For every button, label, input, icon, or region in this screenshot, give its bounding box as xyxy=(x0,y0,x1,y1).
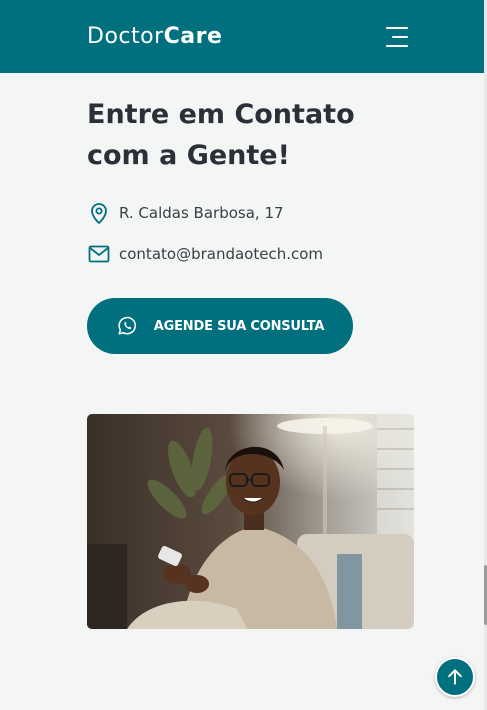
site-header: DoctorCare xyxy=(0,0,487,73)
menu-line xyxy=(386,26,408,29)
whatsapp-icon xyxy=(118,316,136,335)
menu-line xyxy=(386,44,408,47)
map-pin-icon xyxy=(91,203,107,224)
logo-text-bold: Care xyxy=(163,24,223,49)
contact-photo xyxy=(87,414,414,629)
contact-photo-image xyxy=(87,414,414,629)
menu-line xyxy=(392,35,408,38)
logo[interactable]: DoctorCare xyxy=(87,24,222,49)
logo-text-light: Doctor xyxy=(87,24,164,49)
hamburger-menu-icon[interactable] xyxy=(386,26,408,47)
address-text: R. Caldas Barbosa, 17 xyxy=(119,204,284,222)
contact-email[interactable]: contato@brandaotech.com xyxy=(87,242,323,266)
schedule-appointment-label: AGENDE SUA CONSULTA xyxy=(153,318,325,334)
contact-address: R. Caldas Barbosa, 17 xyxy=(87,201,284,225)
schedule-appointment-button[interactable]: AGENDE SUA CONSULTA xyxy=(87,298,353,354)
contact-title: Entre em Contato com a Gente! xyxy=(87,99,355,171)
back-to-top-button[interactable] xyxy=(435,657,475,697)
arrow-up-icon xyxy=(448,669,462,685)
envelope-icon xyxy=(88,245,110,263)
email-text[interactable]: contato@brandaotech.com xyxy=(119,245,323,263)
